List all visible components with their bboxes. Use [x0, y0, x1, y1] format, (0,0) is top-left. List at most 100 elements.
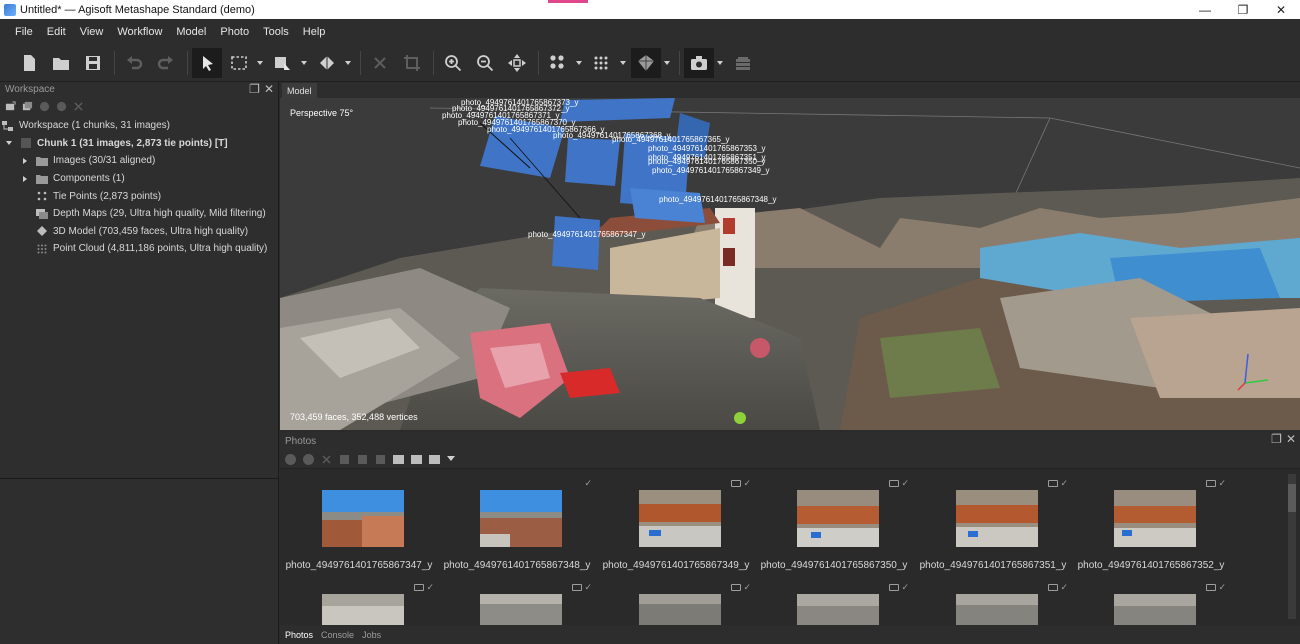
tab-console[interactable]: Console — [321, 630, 354, 640]
photo-status: ✓ — [584, 478, 592, 489]
tree-item-workspace[interactable]: Workspace (1 chunks, 31 images) — [0, 117, 278, 135]
enable-camera-icon[interactable] — [285, 453, 296, 465]
camera-mini-icon — [731, 584, 742, 591]
zoom-in-button[interactable] — [438, 48, 468, 78]
open-folder-icon — [53, 58, 69, 70]
folder-icon — [36, 156, 48, 166]
minimize-button[interactable]: — — [1186, 0, 1224, 19]
menu-workflow[interactable]: Workflow — [110, 26, 169, 38]
object-dropdown-arrow[interactable] — [344, 48, 352, 78]
show-cameras-button[interactable] — [684, 48, 714, 78]
close-window-button[interactable]: ✕ — [1262, 0, 1300, 19]
rotate-right-icon[interactable] — [357, 454, 368, 465]
model-viewport[interactable]: Perspective 75° photo_494976140176586737… — [280, 98, 1300, 430]
photo-thumbnail[interactable]: ✓ — [438, 574, 596, 625]
photo-thumbnail[interactable]: photo_4949761401765867352_y ✓ — [1072, 470, 1230, 571]
view-mode-icon[interactable] — [411, 454, 422, 464]
tie-points-view-button[interactable] — [587, 48, 617, 78]
undock-icon[interactable]: ❐ — [249, 82, 260, 96]
photos-title: Photos — [285, 435, 317, 447]
menu-tools[interactable]: Tools — [256, 26, 296, 38]
photo-thumbnail[interactable]: ✓ — [597, 574, 755, 625]
region-dropdown-arrow[interactable] — [300, 48, 308, 78]
scrollbar-handle[interactable] — [1288, 484, 1296, 512]
photo-thumbnail[interactable]: photo_4949761401765867350_y ✓ — [755, 470, 913, 571]
tree-item-components[interactable]: Components (1) — [0, 170, 278, 188]
rectangle-selection-button[interactable] — [224, 48, 254, 78]
open-button[interactable] — [46, 48, 76, 78]
photos-scrollbar[interactable] — [1288, 474, 1296, 619]
camera-label: photo_4949761401765867347_y — [528, 230, 646, 239]
photo-image — [639, 490, 721, 547]
model-dropdown-arrow[interactable] — [663, 48, 671, 78]
expand-arrow-icon[interactable] — [20, 176, 30, 182]
tree-item-tie-points[interactable]: Tie Points (2,873 points) — [0, 187, 278, 205]
add-chunk-icon[interactable] — [5, 100, 16, 112]
photo-thumbnail[interactable]: photo_4949761401765867348_y ✓ — [438, 470, 596, 571]
disable-icon[interactable] — [56, 101, 67, 112]
filter-icon[interactable] — [375, 454, 386, 465]
point-cloud-view-button[interactable] — [543, 48, 573, 78]
aligned-check-icon: ✓ — [584, 582, 592, 592]
show-region-button[interactable] — [728, 48, 758, 78]
tree-item-point-cloud[interactable]: Point Cloud (4,811,186 points, Ultra hig… — [0, 240, 278, 258]
menu-help[interactable]: Help — [296, 26, 333, 38]
new-document-button[interactable] — [14, 48, 44, 78]
tab-photos[interactable]: Photos — [285, 630, 313, 640]
add-photos-icon[interactable] — [22, 101, 33, 112]
undo-icon — [127, 56, 143, 70]
cameras-dropdown-arrow[interactable] — [716, 48, 724, 78]
tree-item-chunk[interactable]: Chunk 1 (31 images, 2,873 tie points) [T… — [0, 135, 278, 153]
mask-icon[interactable] — [393, 454, 404, 464]
photo-thumbnail[interactable]: photo_4949761401765867351_y ✓ — [914, 470, 1072, 571]
model-textured-view-button[interactable] — [631, 48, 661, 78]
tab-model[interactable]: Model — [282, 83, 317, 98]
rotate-object-button[interactable] — [312, 48, 342, 78]
resize-region-button[interactable] — [268, 48, 298, 78]
photo-thumbnail[interactable]: ✓ — [280, 574, 438, 625]
enable-icon[interactable] — [39, 101, 50, 112]
undock-icon[interactable]: ❐ — [1271, 432, 1282, 446]
selection-dropdown-arrow[interactable] — [256, 48, 264, 78]
menu-file[interactable]: File — [8, 26, 40, 38]
redo-button[interactable] — [151, 48, 181, 78]
point-cloud-dropdown-arrow[interactable] — [575, 48, 583, 78]
menu-model[interactable]: Model — [169, 26, 213, 38]
close-panel-icon[interactable]: ✕ — [1286, 432, 1296, 446]
tree-item-depth-maps[interactable]: Depth Maps (29, Ultra high quality, Mild… — [0, 205, 278, 223]
tie-points-dropdown-arrow[interactable] — [619, 48, 627, 78]
photo-image — [956, 490, 1038, 547]
crop-selection-button[interactable] — [397, 48, 427, 78]
menu-photo[interactable]: Photo — [213, 26, 256, 38]
toolbar-separator — [679, 51, 680, 75]
menu-view[interactable]: View — [73, 26, 111, 38]
photo-thumbnail[interactable]: ✓ — [914, 574, 1072, 625]
camera-mini-icon — [1048, 480, 1059, 487]
photo-thumbnail[interactable]: photo_4949761401765867347_y — [280, 470, 438, 571]
rotate-left-icon[interactable] — [339, 454, 350, 465]
remove-icon[interactable] — [73, 101, 84, 112]
tree-item-3d-model[interactable]: 3D Model (703,459 faces, Ultra high qual… — [0, 223, 278, 241]
tree-item-images[interactable]: Images (30/31 aligned) — [0, 152, 278, 170]
move-button[interactable] — [502, 48, 532, 78]
view-dropdown-arrow-icon[interactable] — [447, 456, 455, 462]
close-panel-icon[interactable]: ✕ — [264, 82, 274, 96]
disable-camera-icon[interactable] — [303, 453, 314, 465]
tab-jobs[interactable]: Jobs — [362, 630, 381, 640]
remove-camera-icon[interactable] — [321, 454, 332, 465]
navigation-tool-button[interactable] — [192, 48, 222, 78]
expand-arrow-icon[interactable] — [4, 141, 14, 145]
menu-edit[interactable]: Edit — [40, 26, 73, 38]
menu-bar: File Edit View Workflow Model Photo Tool… — [0, 19, 1300, 45]
details-icon[interactable] — [429, 454, 440, 464]
restore-button[interactable]: ❐ — [1224, 0, 1262, 19]
photo-thumbnail[interactable]: photo_4949761401765867349_y ✓ — [597, 470, 755, 571]
zoom-out-button[interactable] — [470, 48, 500, 78]
photo-thumbnail[interactable]: ✓ — [755, 574, 913, 625]
expand-arrow-icon[interactable] — [20, 158, 30, 164]
delete-selection-button[interactable] — [365, 48, 395, 78]
camera-mini-icon — [889, 584, 900, 591]
photo-thumbnail[interactable]: ✓ — [1072, 574, 1230, 625]
undo-button[interactable] — [119, 48, 149, 78]
save-button[interactable] — [78, 48, 108, 78]
